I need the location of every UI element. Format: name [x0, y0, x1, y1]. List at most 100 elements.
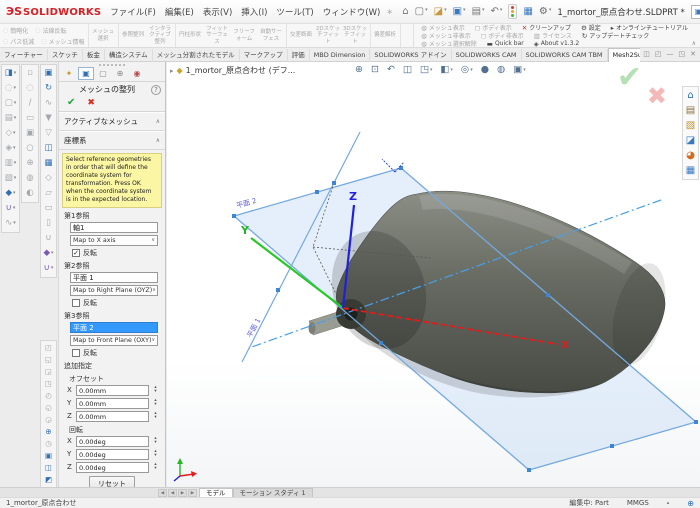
- window-control-icon[interactable]: ◳: [679, 50, 686, 58]
- command-tab[interactable]: 板金: [83, 49, 105, 62]
- value-field[interactable]: 0.00deg: [76, 462, 149, 473]
- command-tab[interactable]: SOLIDWORKS CAM: [452, 49, 522, 62]
- view-palette-icon[interactable]: ◪: [686, 135, 695, 146]
- command-tab[interactable]: フィーチャー: [0, 49, 48, 62]
- flip-checkbox[interactable]: ✓: [72, 249, 80, 257]
- value-field[interactable]: 0.00mm: [76, 398, 149, 409]
- tool-icon[interactable]: ◆: [3, 186, 18, 201]
- mapping-dropdown[interactable]: Map to Front Plane (OXY)∨: [70, 335, 158, 346]
- reference-input[interactable]: 平面 1: [70, 272, 158, 283]
- model-tab[interactable]: モーション スタディ 1: [233, 488, 313, 498]
- new-document-icon[interactable]: ▢: [415, 7, 428, 17]
- tool-icon[interactable]: ◍: [23, 171, 38, 186]
- custom-properties-icon[interactable]: ▦: [686, 165, 695, 176]
- tool-icon[interactable]: ◌: [23, 81, 38, 96]
- tool-icon[interactable]: ◴: [41, 390, 56, 402]
- tool-icon[interactable]: ∪: [41, 261, 56, 276]
- reference-input[interactable]: 平面 2: [70, 322, 158, 333]
- tool-icon[interactable]: ◩: [41, 474, 56, 486]
- value-field[interactable]: 0.00deg: [76, 449, 149, 460]
- ribbon-button[interactable]: フィットサーフェス: [204, 24, 231, 47]
- spinner[interactable]: ▴▾: [152, 463, 159, 471]
- file-explorer-icon[interactable]: ▧: [686, 120, 695, 131]
- previous-view-icon[interactable]: ↶: [387, 64, 395, 75]
- save-icon[interactable]: ▣: [453, 7, 466, 17]
- tool-icon[interactable]: ▥: [3, 156, 18, 171]
- globe-icon[interactable]: ⊕: [687, 499, 694, 508]
- ribbon-button[interactable]: インタラクティブ整列: [147, 24, 174, 47]
- command-search-box[interactable]: ▣: [691, 5, 700, 19]
- part-name[interactable]: 1_mortor_原点合わせ (デフ...: [186, 65, 296, 76]
- tool-icon[interactable]: ◷: [41, 438, 56, 450]
- ribbon-button[interactable]: フリーフォーム: [231, 24, 258, 47]
- command-tab[interactable]: MBD Dimension: [310, 49, 371, 62]
- wrench-tab-icon[interactable]: ✦: [61, 67, 77, 80]
- command-tab[interactable]: 構造システム: [105, 49, 153, 62]
- tool-icon[interactable]: ◨: [3, 66, 18, 81]
- ribbon-collapse-icon[interactable]: ∧: [692, 40, 696, 47]
- reset-button[interactable]: リセット: [89, 476, 135, 487]
- tool-icon[interactable]: ▣: [23, 126, 38, 141]
- menu-item[interactable]: ファイル(F): [110, 6, 156, 18]
- rebuild-icon[interactable]: [508, 4, 517, 19]
- tool-icon[interactable]: ↻: [41, 81, 56, 96]
- tool-icon[interactable]: ◐: [23, 186, 38, 201]
- menu-item[interactable]: ツール(T): [276, 6, 313, 18]
- ribbon-button[interactable]: メッシュ選択: [90, 24, 117, 47]
- apply-scene-icon[interactable]: ◍: [497, 64, 505, 75]
- tool-icon[interactable]: ◌: [3, 81, 18, 96]
- tool-icon[interactable]: ▧: [3, 171, 18, 186]
- feature-tree-flyout[interactable]: ▸ ◆ 1_mortor_原点合わせ (デフ...: [170, 65, 295, 76]
- view-orientation-icon[interactable]: ◳: [420, 64, 433, 75]
- tool-icon[interactable]: ▱: [41, 186, 56, 201]
- command-tab[interactable]: SOLIDWORKS アドイン: [370, 49, 451, 62]
- tool-icon[interactable]: ◇: [3, 126, 18, 141]
- configurations-tab-icon[interactable]: ▢: [95, 67, 111, 80]
- command-tab[interactable]: メッシュ分割されたモデル: [153, 49, 240, 62]
- tool-icon[interactable]: ◫: [41, 141, 56, 156]
- tool-icon[interactable]: ∿: [41, 96, 56, 111]
- ribbon-button[interactable]: 参照整列: [120, 24, 147, 47]
- command-tab[interactable]: Mesh2Surface: [608, 48, 640, 62]
- propertymanager-tab-icon[interactable]: ▣: [78, 67, 94, 80]
- menu-item[interactable]: 表示(V): [203, 6, 232, 18]
- spinner[interactable]: ▴▾: [152, 399, 159, 407]
- panel-help-icon[interactable]: ?: [151, 85, 161, 95]
- tool-icon[interactable]: ◈: [3, 141, 18, 156]
- spinner[interactable]: ▴▾: [152, 386, 159, 394]
- ribbon-button[interactable]: ▬Quick bar: [487, 40, 524, 48]
- options-grid-icon[interactable]: ▦: [523, 7, 532, 17]
- spinner[interactable]: ▴▾: [152, 412, 159, 420]
- sheet-nav-button[interactable]: ▶: [188, 489, 197, 497]
- value-field[interactable]: 0.00mm: [76, 411, 149, 422]
- ok-button[interactable]: ✔: [67, 97, 75, 108]
- ribbon-button[interactable]: ◌法線反転: [35, 26, 66, 35]
- tool-icon[interactable]: ∿: [3, 216, 18, 231]
- ribbon-button[interactable]: ◌メッシュ情報: [41, 37, 84, 46]
- undo-icon[interactable]: ↶: [491, 7, 503, 17]
- tool-icon[interactable]: ∪: [41, 231, 56, 246]
- spinner[interactable]: ▴▾: [152, 437, 159, 445]
- tool-icon[interactable]: ◳: [41, 378, 56, 390]
- 3d-scene[interactable]: Z Y X 平面 2 平面 1: [167, 62, 700, 487]
- command-tab[interactable]: マークアップ: [240, 49, 288, 62]
- tool-icon[interactable]: ▣: [41, 450, 56, 462]
- ribbon-button[interactable]: 偏差解析: [372, 24, 399, 47]
- tool-icon[interactable]: ◶: [41, 414, 56, 426]
- tool-icon[interactable]: ◲: [41, 366, 56, 378]
- window-control-icon[interactable]: ◰: [655, 50, 662, 58]
- ribbon-button[interactable]: 円柱形状: [177, 24, 204, 47]
- window-control-icon[interactable]: —: [667, 50, 674, 58]
- print-icon[interactable]: ▤: [472, 7, 485, 17]
- tool-icon[interactable]: ⊕: [23, 156, 38, 171]
- appearances-tab-icon[interactable]: ◉: [129, 67, 145, 80]
- home-tab-icon[interactable]: ⌂: [687, 90, 693, 101]
- expand-tree-icon[interactable]: ▸: [170, 67, 174, 75]
- tool-icon[interactable]: ◆: [41, 246, 56, 261]
- value-field[interactable]: 0.00mm: [76, 385, 149, 396]
- panel-grip[interactable]: [99, 64, 125, 66]
- tool-icon[interactable]: ▭: [23, 111, 38, 126]
- tool-icon[interactable]: ▯: [41, 216, 56, 231]
- pin-menu-icon[interactable]: ＊: [386, 7, 393, 17]
- menu-item[interactable]: ウィンドウ(W): [323, 6, 381, 18]
